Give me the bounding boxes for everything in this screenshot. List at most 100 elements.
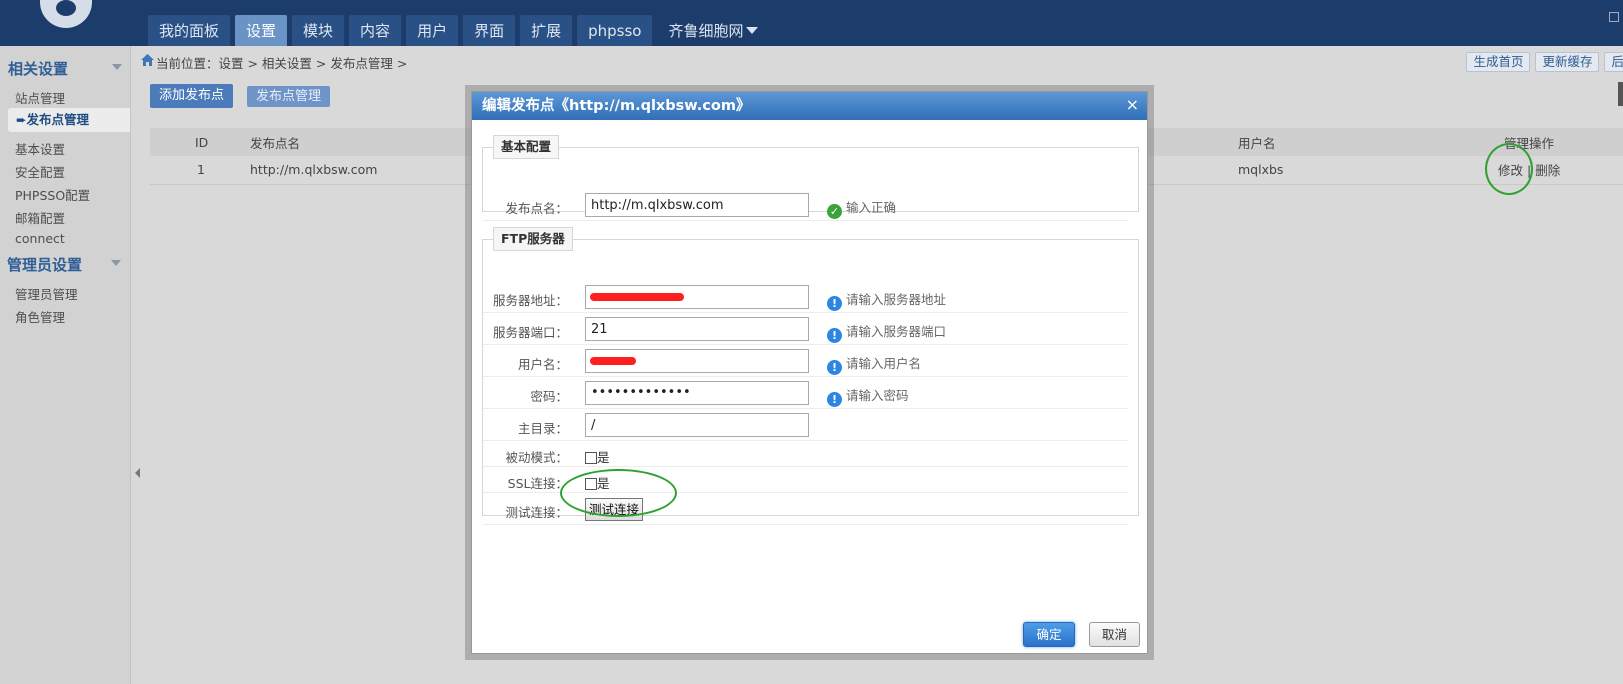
hint-text: 请输入用户名 xyxy=(846,356,922,371)
ftp-user-hint: ! 请输入用户名 xyxy=(827,353,921,375)
tab-modules[interactable]: 模块 xyxy=(292,15,345,46)
collapse-sidebar-icon[interactable] xyxy=(135,468,140,478)
sidebar-item-basic[interactable]: 基本设置 xyxy=(15,139,65,158)
edit-link[interactable]: 修改 xyxy=(1498,163,1523,178)
ftp-host-input[interactable] xyxy=(585,285,809,309)
ftp-password-input[interactable]: ••••••••••••• xyxy=(585,381,809,405)
top-action-buttons: 生成首页 更新缓存 后 xyxy=(1466,52,1623,72)
main-tabs: 我的面板 设置 模块 内容 用户 界面 扩展 phpsso 齐鲁细胞网 xyxy=(148,15,769,46)
sidebar-item-security[interactable]: 安全配置 xyxy=(15,162,65,181)
hint-text: 请输入服务器地址 xyxy=(846,292,947,307)
arrow-right-icon: ➨ xyxy=(16,112,27,127)
sidebar-section-related-settings[interactable]: 相关设置 xyxy=(8,58,122,79)
tab-settings[interactable]: 设置 xyxy=(235,15,288,46)
checkbox-box[interactable] xyxy=(585,478,597,490)
ftp-passive-checkbox[interactable]: 是 xyxy=(585,447,610,466)
dialog-title: 编辑发布点《http://m.qlxbsw.com》 xyxy=(472,92,1147,120)
ftp-server-legend: FTP服务器 xyxy=(493,227,573,251)
chevron-down-icon xyxy=(746,27,759,34)
redaction-mark xyxy=(590,293,684,301)
hint-text: 输入正确 xyxy=(846,200,897,215)
column-header-operations: 管理操作 xyxy=(1504,128,1623,156)
breadcrumb-bar: 当前位置：设置 > 相关设置 > 发布点管理 > 生成首页 更新缓存 后 xyxy=(141,52,1623,74)
info-icon: ! xyxy=(827,392,842,407)
cell-id: 1 xyxy=(150,156,250,185)
ftp-user-label: 用户名： xyxy=(517,357,568,372)
update-cache-button[interactable]: 更新缓存 xyxy=(1535,52,1600,72)
sidebar-section-admin-settings[interactable]: 管理员设置 xyxy=(7,254,121,275)
publish-point-name-input[interactable] xyxy=(585,193,809,217)
sidebar-item-label: 发布点管理 xyxy=(26,112,89,127)
generate-homepage-button[interactable]: 生成首页 xyxy=(1466,52,1531,72)
confirm-button[interactable]: 确定 xyxy=(1023,622,1075,647)
ftp-server-fieldset: FTP服务器 服务器地址： ! 请输入服务器地址 服务器端口： ! 请输入服务器端口… xyxy=(482,227,1139,525)
tab-interface[interactable]: 界面 xyxy=(463,15,516,46)
ftp-password-hint: ! 请输入密码 xyxy=(827,385,909,407)
sidebar-section-label: 管理员设置 xyxy=(7,256,83,274)
breadcrumb: 当前位置：设置 > 相关设置 > 发布点管理 > xyxy=(156,56,408,71)
sidebar-item-phpsso[interactable]: PHPSSO配置 xyxy=(15,185,90,204)
home-icon xyxy=(141,54,154,66)
checkbox-text: 是 xyxy=(597,476,610,491)
ftp-passive-row: 被动模式： 是 xyxy=(483,441,1128,467)
edit-publish-point-dialog: 编辑发布点《http://m.qlxbsw.com》 × 基本配置 发布点名： … xyxy=(471,91,1148,654)
ftp-port-input[interactable] xyxy=(585,317,809,341)
add-publish-point-button[interactable]: 添加发布点 xyxy=(150,84,234,108)
info-icon: ! xyxy=(827,360,842,375)
info-icon: ! xyxy=(827,296,842,311)
sidebar-section-label: 相关设置 xyxy=(8,60,69,78)
check-icon: ✓ xyxy=(827,204,842,219)
sidebar-item-admins[interactable]: 管理员管理 xyxy=(15,284,78,303)
basic-config-fieldset: 基本配置 发布点名： ✓ 输入正确 xyxy=(482,135,1139,221)
ftp-ssl-label: SSL连接： xyxy=(507,476,568,491)
top-navigation-bar: 我的面板 设置 模块 内容 用户 界面 扩展 phpsso 齐鲁细胞网 xyxy=(0,0,1623,46)
test-connection-button[interactable]: 测试连接 xyxy=(585,498,644,521)
tab-content[interactable]: 内容 xyxy=(349,15,402,46)
ftp-host-label: 服务器地址： xyxy=(492,293,568,308)
checkbox-box[interactable] xyxy=(585,452,597,464)
ftp-test-row: 测试连接： 测试连接 xyxy=(483,493,1128,525)
cancel-button[interactable]: 取消 xyxy=(1089,622,1140,647)
ftp-user-input[interactable] xyxy=(585,349,809,373)
ftp-test-label: 测试连接： xyxy=(505,505,568,520)
tab-phpsso[interactable]: phpsso xyxy=(577,15,653,46)
sidebar-item-publish-points[interactable]: ➨发布点管理 xyxy=(8,108,130,132)
sidebar-item-mail[interactable]: 邮箱配置 xyxy=(15,208,65,227)
tab-extensions[interactable]: 扩展 xyxy=(520,15,573,46)
tab-users[interactable]: 用户 xyxy=(406,15,459,46)
ftp-host-row: 服务器地址： ! 请输入服务器地址 xyxy=(483,281,1128,313)
site-switcher-dropdown[interactable]: 齐鲁细胞网 xyxy=(657,15,769,46)
info-icon: ! xyxy=(827,328,842,343)
tab-my-panel[interactable]: 我的面板 xyxy=(148,15,231,46)
column-header-id: ID xyxy=(150,128,250,156)
sidebar-item-connect[interactable]: connect xyxy=(15,231,65,246)
name-valid-hint: ✓ 输入正确 xyxy=(827,197,896,219)
basic-config-legend: 基本配置 xyxy=(493,135,560,159)
backend-button[interactable]: 后 xyxy=(1604,52,1623,72)
ftp-passive-label: 被动模式： xyxy=(505,450,568,465)
close-icon[interactable]: × xyxy=(1126,96,1139,114)
ftp-port-row: 服务器端口： ! 请输入服务器端口 xyxy=(483,313,1128,345)
cell-operations: 修改 | 删除 xyxy=(1498,156,1623,185)
chevron-down-icon xyxy=(111,260,121,266)
ftp-ssl-checkbox[interactable]: 是 xyxy=(585,473,610,492)
checkbox-text: 是 xyxy=(597,450,610,465)
ftp-root-row: 主目录： xyxy=(483,409,1128,441)
ftp-host-hint: ! 请输入服务器地址 xyxy=(827,289,946,311)
ftp-root-label: 主目录： xyxy=(517,421,568,436)
hint-text: 请输入服务器端口 xyxy=(846,324,947,339)
ftp-port-label: 服务器端口： xyxy=(492,325,568,340)
window-restore-icon[interactable] xyxy=(1609,12,1619,22)
ftp-root-input[interactable] xyxy=(585,413,809,437)
column-header-username: 用户名 xyxy=(1238,128,1504,156)
separator: | xyxy=(1527,163,1532,179)
publish-point-manage-button[interactable]: 发布点管理 xyxy=(247,86,331,107)
sidebar-item-sites[interactable]: 站点管理 xyxy=(15,88,65,107)
delete-link[interactable]: 删除 xyxy=(1535,163,1560,178)
scrollbar[interactable] xyxy=(1618,82,1623,106)
hint-text: 请输入密码 xyxy=(846,388,909,403)
ftp-port-hint: ! 请输入服务器端口 xyxy=(827,321,946,343)
sidebar-item-roles[interactable]: 角色管理 xyxy=(15,307,65,326)
site-switcher-label: 齐鲁细胞网 xyxy=(668,22,744,40)
publish-point-name-label: 发布点名： xyxy=(505,201,568,216)
